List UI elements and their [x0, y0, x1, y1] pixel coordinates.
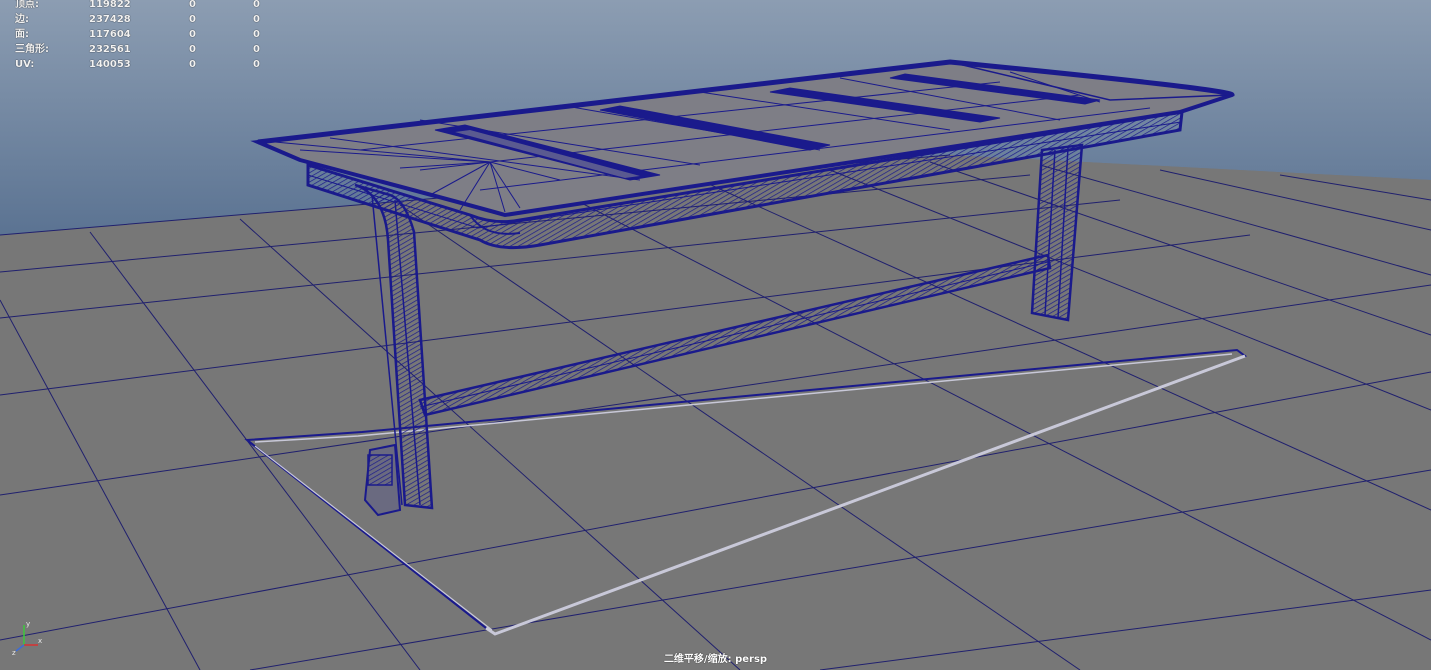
hud-label: UV: [15, 59, 35, 70]
poly-count-hud: 顶点: 119822 0 0 边: 237428 0 0 面: 117604 0… [15, 0, 275, 75]
camera-status-label: 二维平移/缩放: persp [663, 654, 768, 665]
perspective-viewport[interactable]: 顶点: 119822 0 0 边: 237428 0 0 面: 117604 0… [0, 0, 1431, 670]
hud-value-selection: 0 [253, 59, 260, 70]
hud-value-selected: 0 [189, 59, 196, 70]
viewport-scene[interactable] [0, 0, 1431, 670]
axis-label-x: x [38, 637, 42, 645]
hud-row-uvs: UV: 140053 0 0 [15, 55, 275, 75]
axis-label-y: y [26, 620, 30, 628]
hud-value-total: 140053 [89, 59, 131, 70]
